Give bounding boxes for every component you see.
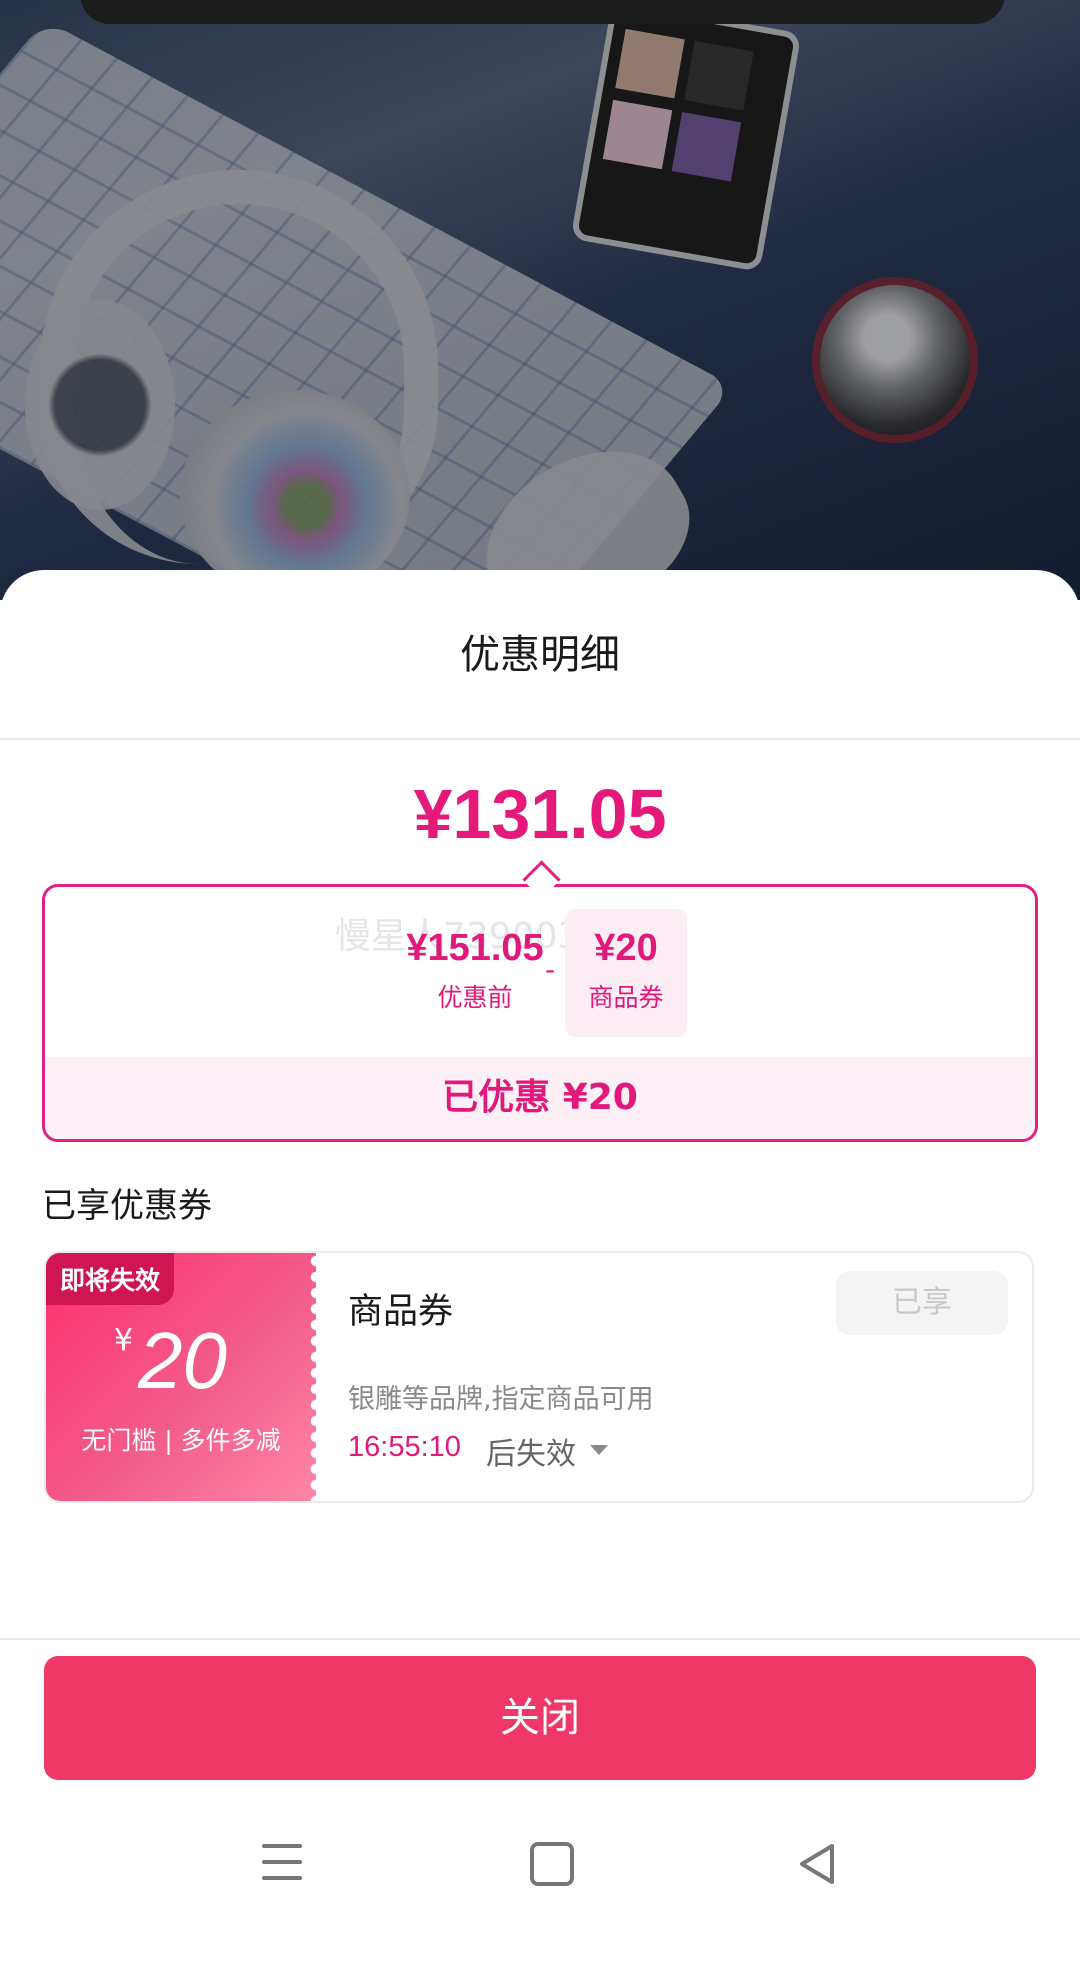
menu-icon[interactable] <box>262 1844 302 1892</box>
coupon-value-panel: 即将失效 ¥ 20 无门槛 | 多件多减 <box>46 1253 324 1501</box>
coupon-currency: ¥ <box>114 1323 134 1358</box>
home-icon[interactable] <box>530 1842 574 1886</box>
coupon-countdown: 16:55:10 <box>348 1431 461 1463</box>
title-divider <box>0 738 1080 740</box>
coupon-countdown-suffix[interactable]: 后失效 <box>486 1429 576 1473</box>
coupon-name: 商品券 <box>348 1292 454 1332</box>
expiring-badge: 即将失效 <box>46 1253 175 1305</box>
footer-divider <box>0 1638 1080 1640</box>
price-breakdown: 慢星人73900358R ¥151.05 优惠前 - ¥20 商品券 已优惠 ¥… <box>42 884 1038 1142</box>
top-bar <box>80 0 1005 24</box>
applied-coupons-title: 已享优惠券 <box>42 1186 212 1226</box>
original-price-label: 优惠前 <box>437 983 513 1012</box>
coupon-discount-label: 商品券 <box>588 983 664 1012</box>
chevron-down-icon[interactable] <box>590 1445 608 1455</box>
discount-detail-sheet: 优惠明细 ¥131.05 慢星人73900358R ¥151.05 优惠前 - … <box>0 570 1080 1966</box>
original-price-cell: ¥151.05 优惠前 <box>400 927 550 1014</box>
coupon-value: 20 <box>138 1316 227 1405</box>
close-button[interactable]: 关闭 <box>44 1656 1036 1780</box>
coupon-description: 银雕等品牌,指定商品可用 <box>348 1384 654 1415</box>
minus-sign: - <box>545 953 556 986</box>
original-price: ¥151.05 <box>406 927 544 969</box>
coupon-condition: 无门槛 | 多件多减 <box>81 1426 281 1455</box>
product-image <box>0 0 1080 600</box>
coupon-card[interactable]: 即将失效 ¥ 20 无门槛 | 多件多减 商品券 已享 银雕等品牌,指定商品可用… <box>44 1251 1034 1503</box>
coupon-discount-cell: ¥20 商品券 <box>565 927 687 1014</box>
coupon-discount-amount: ¥20 <box>594 927 658 969</box>
overlay-dim[interactable] <box>0 0 1080 600</box>
final-price: ¥131.05 <box>413 775 667 853</box>
system-nav-bar <box>0 1798 1080 1966</box>
sheet-title: 优惠明细 <box>460 632 620 678</box>
saved-summary: 已优惠 ¥20 <box>45 1057 1035 1139</box>
coupon-status-button[interactable]: 已享 <box>836 1271 1008 1335</box>
coupon-edge <box>308 1253 324 1501</box>
back-icon[interactable] <box>796 1842 840 1890</box>
